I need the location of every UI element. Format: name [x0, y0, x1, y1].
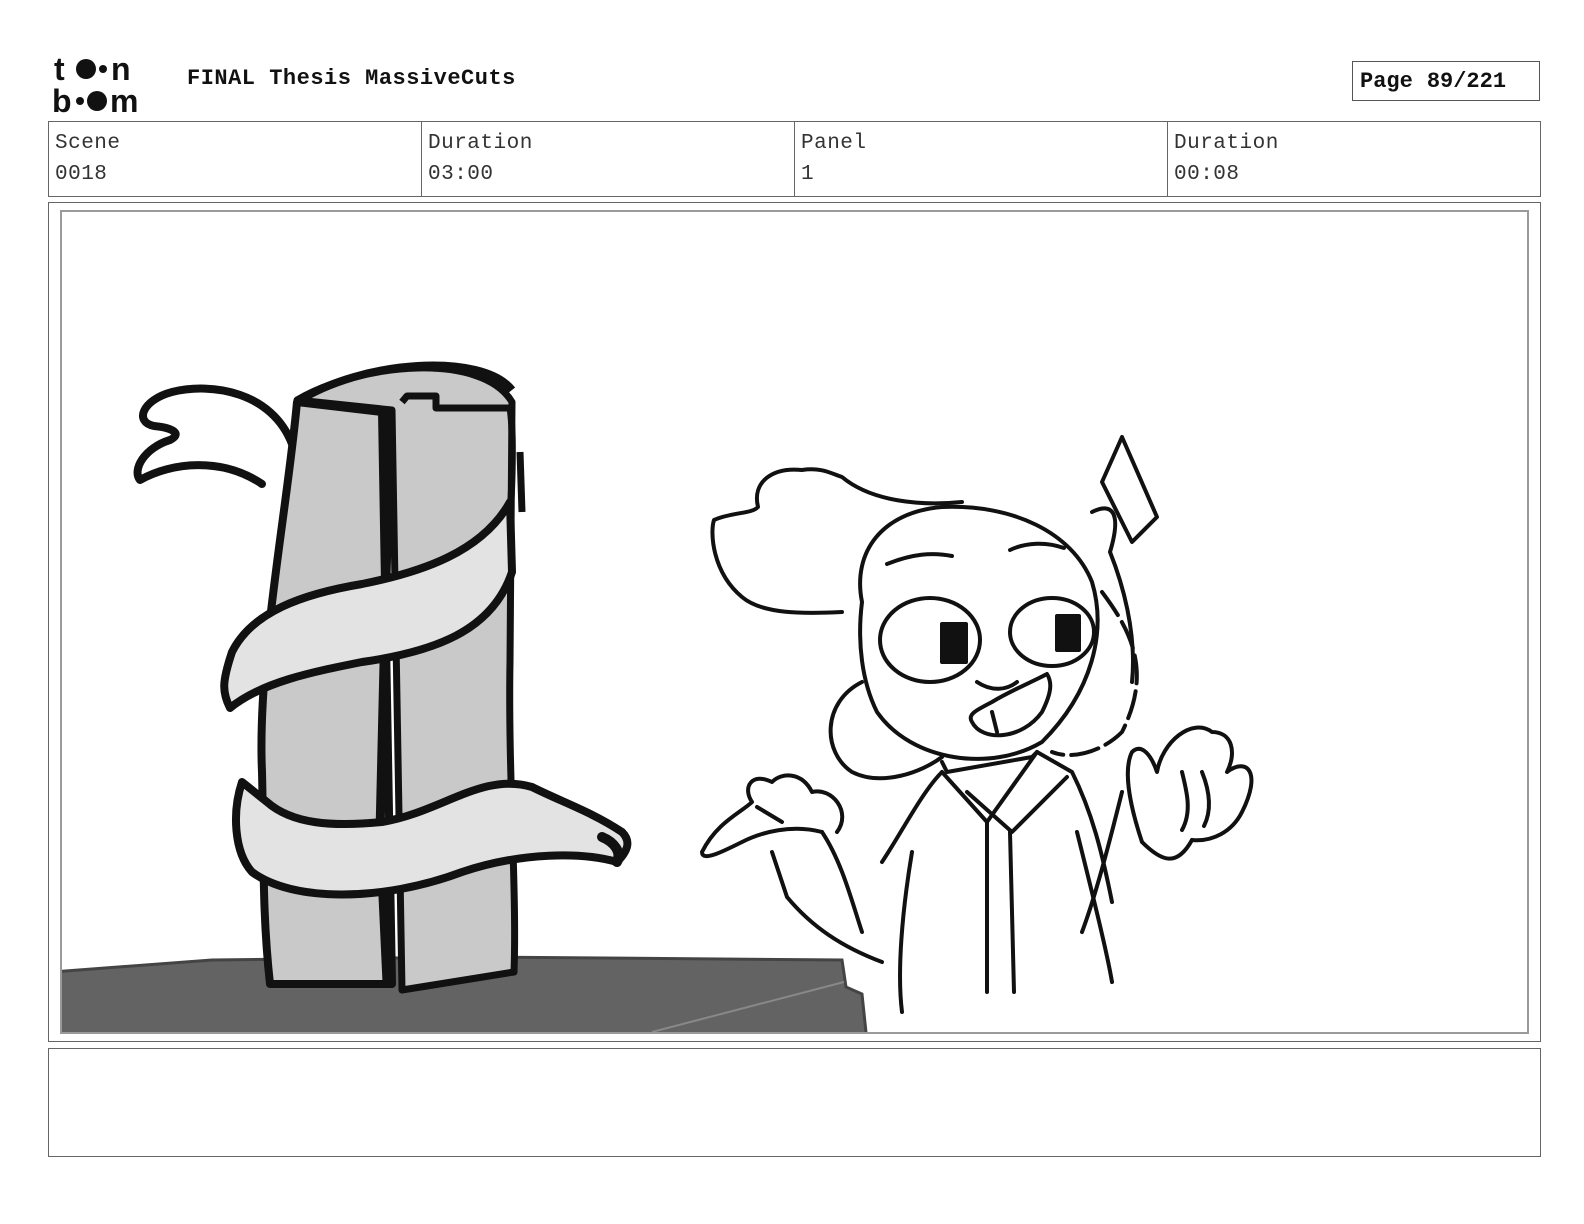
character-sketch: [700, 435, 1254, 1014]
scene-duration-label: Duration: [428, 132, 533, 155]
panel-value: 1: [801, 163, 815, 186]
scene-info-bar: Scene 0018 Duration 03:00 Panel 1 Durati…: [48, 121, 1541, 197]
svg-text:n: n: [111, 51, 131, 87]
panel-duration-value: 00:08: [1174, 163, 1240, 186]
panel-duration-label: Duration: [1174, 132, 1279, 155]
page-indicator: Page 89/221: [1352, 61, 1540, 101]
panel-notes-box[interactable]: [48, 1048, 1541, 1157]
scene-cell: Scene 0018: [49, 122, 422, 196]
panel-cell: Panel 1: [795, 122, 1168, 196]
scene-duration-value: 03:00: [428, 163, 494, 186]
panel-label: Panel: [801, 132, 867, 155]
svg-text:b: b: [52, 83, 72, 116]
svg-text:t: t: [54, 51, 65, 87]
svg-text:m: m: [110, 83, 138, 116]
panel-duration-cell: Duration 00:08: [1168, 122, 1540, 196]
ribbon-top-tail: [133, 384, 296, 488]
storyboard-drawing-area: [60, 210, 1529, 1034]
project-title: FINAL Thesis MassiveCuts: [187, 66, 516, 91]
storyboard-sketch: [62, 361, 1254, 1032]
scene-label: Scene: [55, 132, 121, 155]
scene-duration-cell: Duration 03:00: [422, 122, 795, 196]
page-number: 89/221: [1426, 68, 1507, 94]
page-label: Page: [1360, 68, 1413, 94]
storyboard-panel-frame: [48, 202, 1541, 1042]
toonboom-logo-icon: t n b m: [52, 51, 138, 116]
scene-value: 0018: [55, 163, 108, 186]
